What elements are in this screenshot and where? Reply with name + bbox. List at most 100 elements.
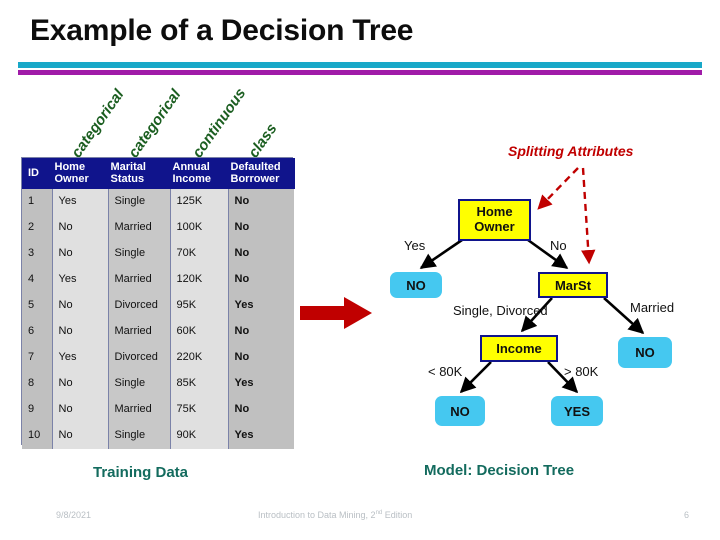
- cell-marital-status: Divorced: [108, 292, 171, 319]
- cell-defaulted: No: [228, 188, 294, 215]
- column-header-id: ID: [22, 158, 53, 189]
- table-row: 9 No Married 75K No: [22, 396, 294, 423]
- tree-node-home-owner[interactable]: Home Owner: [458, 199, 531, 241]
- column-header-marital-status: Marital Status: [108, 158, 171, 189]
- footer-source-post: Edition: [382, 510, 413, 520]
- table-row: 6 No Married 60K No: [22, 318, 294, 345]
- edge-label-no: No: [550, 238, 567, 253]
- table-row: 8 No Single 85K Yes: [22, 370, 294, 397]
- cell-annual-income: 60K: [170, 318, 229, 345]
- tree-leaf-yes-income-gt80k[interactable]: YES: [551, 396, 603, 426]
- cell-marital-status: Single: [108, 240, 171, 267]
- cell-id: 8: [22, 370, 53, 397]
- cell-annual-income: 95K: [170, 292, 229, 319]
- tree-node-home-owner-line1: Home: [476, 204, 513, 220]
- column-header-annual-income: Annual Income: [170, 158, 229, 189]
- column-header-defaulted-borrower-line2: Borrower: [230, 173, 280, 186]
- column-header-defaulted-borrower: Defaulted Borrower: [228, 158, 295, 189]
- column-annotation-home-owner: categorical: [68, 86, 128, 161]
- column-header-home-owner-line2: Owner: [54, 173, 89, 186]
- cell-annual-income: 125K: [170, 188, 229, 215]
- cell-home-owner: No: [52, 292, 109, 319]
- edge-label-married: Married: [630, 300, 675, 315]
- cell-id: 10: [22, 422, 53, 449]
- column-header-annual-income-line1: Annual: [172, 161, 210, 173]
- tree-leaf-no-married[interactable]: NO: [618, 337, 672, 368]
- table-row: 5 No Divorced 95K Yes: [22, 292, 294, 319]
- cell-annual-income: 90K: [170, 422, 229, 449]
- column-header-home-owner-line1: Home: [54, 161, 86, 173]
- tree-leaf-no-homeowner-yes[interactable]: NO: [390, 272, 442, 298]
- cell-defaulted: No: [228, 344, 294, 371]
- cell-marital-status: Divorced: [108, 344, 171, 371]
- cell-annual-income: 100K: [170, 214, 229, 241]
- edge-label-yes: Yes: [404, 238, 426, 253]
- footer-source: Introduction to Data Mining, 2nd Edition: [258, 510, 412, 520]
- cell-home-owner: Yes: [52, 344, 109, 371]
- cell-marital-status: Single: [108, 188, 171, 215]
- column-header-home-owner: Home Owner: [52, 158, 109, 189]
- cell-defaulted: No: [228, 240, 294, 267]
- tree-node-home-owner-line2: Owner: [474, 219, 515, 234]
- cell-defaulted: Yes: [228, 292, 294, 319]
- caption-model-decision-tree: Model: Decision Tree: [424, 462, 575, 479]
- cell-id: 9: [22, 396, 53, 423]
- page-title: Example of a Decision Tree: [30, 14, 414, 47]
- slide-canvas: Example of a Decision Tree categorical c…: [0, 0, 720, 540]
- cell-id: 7: [22, 344, 53, 371]
- cell-id: 5: [22, 292, 53, 319]
- cell-annual-income: 75K: [170, 396, 229, 423]
- column-header-annual-income-line2: Income: [172, 173, 212, 186]
- column-annotation-defaulted: class: [245, 120, 281, 161]
- splitting-attributes-label: Splitting Attributes: [508, 143, 634, 159]
- column-header-defaulted-borrower-line1: Defaulted: [230, 161, 281, 173]
- footer-source-pre: Introduction to Data Mining, 2: [258, 510, 376, 520]
- cell-defaulted: No: [228, 318, 294, 345]
- edge-label-lt-80k: < 80K: [428, 364, 463, 379]
- edge-label-gt-80k: > 80K: [564, 364, 599, 379]
- cell-id: 2: [22, 214, 53, 241]
- table-row: 7 Yes Divorced 220K No: [22, 344, 294, 371]
- transform-arrow-icon: [300, 297, 372, 329]
- table-body: 1 Yes Single 125K No 2 No Married 100K No 3 No Singl…: [22, 188, 294, 449]
- cell-marital-status: Single: [108, 422, 171, 449]
- table-row: 4 Yes Married 120K No: [22, 266, 294, 293]
- column-header-id-line1: ID: [28, 167, 39, 180]
- cell-defaulted: Yes: [228, 370, 294, 397]
- footer-date: 9/8/2021: [56, 510, 92, 520]
- table-row: 3 No Single 70K No: [22, 240, 294, 267]
- cell-id: 3: [22, 240, 53, 267]
- cell-defaulted: No: [228, 214, 294, 241]
- cell-home-owner: Yes: [52, 188, 109, 215]
- cell-annual-income: 70K: [170, 240, 229, 267]
- cell-home-owner: No: [52, 370, 109, 397]
- cell-annual-income: 120K: [170, 266, 229, 293]
- tree-node-marst[interactable]: MarSt: [538, 272, 608, 298]
- table-row: 2 No Married 100K No: [22, 214, 294, 241]
- table-row: 1 Yes Single 125K No: [22, 188, 294, 215]
- training-data-table: ID Home Owner Marital Status Annual Inco…: [21, 157, 295, 449]
- accent-rule-top: [18, 62, 702, 68]
- tree-leaf-no-income-lt80k[interactable]: NO: [435, 396, 485, 426]
- cell-defaulted: No: [228, 266, 294, 293]
- cell-defaulted: No: [228, 396, 294, 423]
- cell-defaulted: Yes: [228, 422, 294, 449]
- cell-id: 4: [22, 266, 53, 293]
- cell-home-owner: No: [52, 318, 109, 345]
- column-header-marital-status-line1: Marital: [110, 161, 146, 173]
- column-annotation-marital-status: categorical: [125, 86, 185, 161]
- cell-home-owner: No: [52, 396, 109, 423]
- cell-annual-income: 85K: [170, 370, 229, 397]
- cell-home-owner: No: [52, 214, 109, 241]
- cell-marital-status: Married: [108, 214, 171, 241]
- edge-label-single-divorced: Single, Divorced: [453, 303, 548, 318]
- cell-marital-status: Married: [108, 266, 171, 293]
- table-row: 10 No Single 90K Yes: [22, 422, 294, 449]
- table-header-row: ID Home Owner Marital Status Annual Inco…: [22, 158, 295, 189]
- cell-home-owner: No: [52, 240, 109, 267]
- tree-node-income[interactable]: Income: [480, 335, 558, 362]
- cell-annual-income: 220K: [170, 344, 229, 371]
- column-header-marital-status-line2: Status: [110, 173, 145, 186]
- accent-rule-bottom: [18, 70, 702, 75]
- cell-id: 6: [22, 318, 53, 345]
